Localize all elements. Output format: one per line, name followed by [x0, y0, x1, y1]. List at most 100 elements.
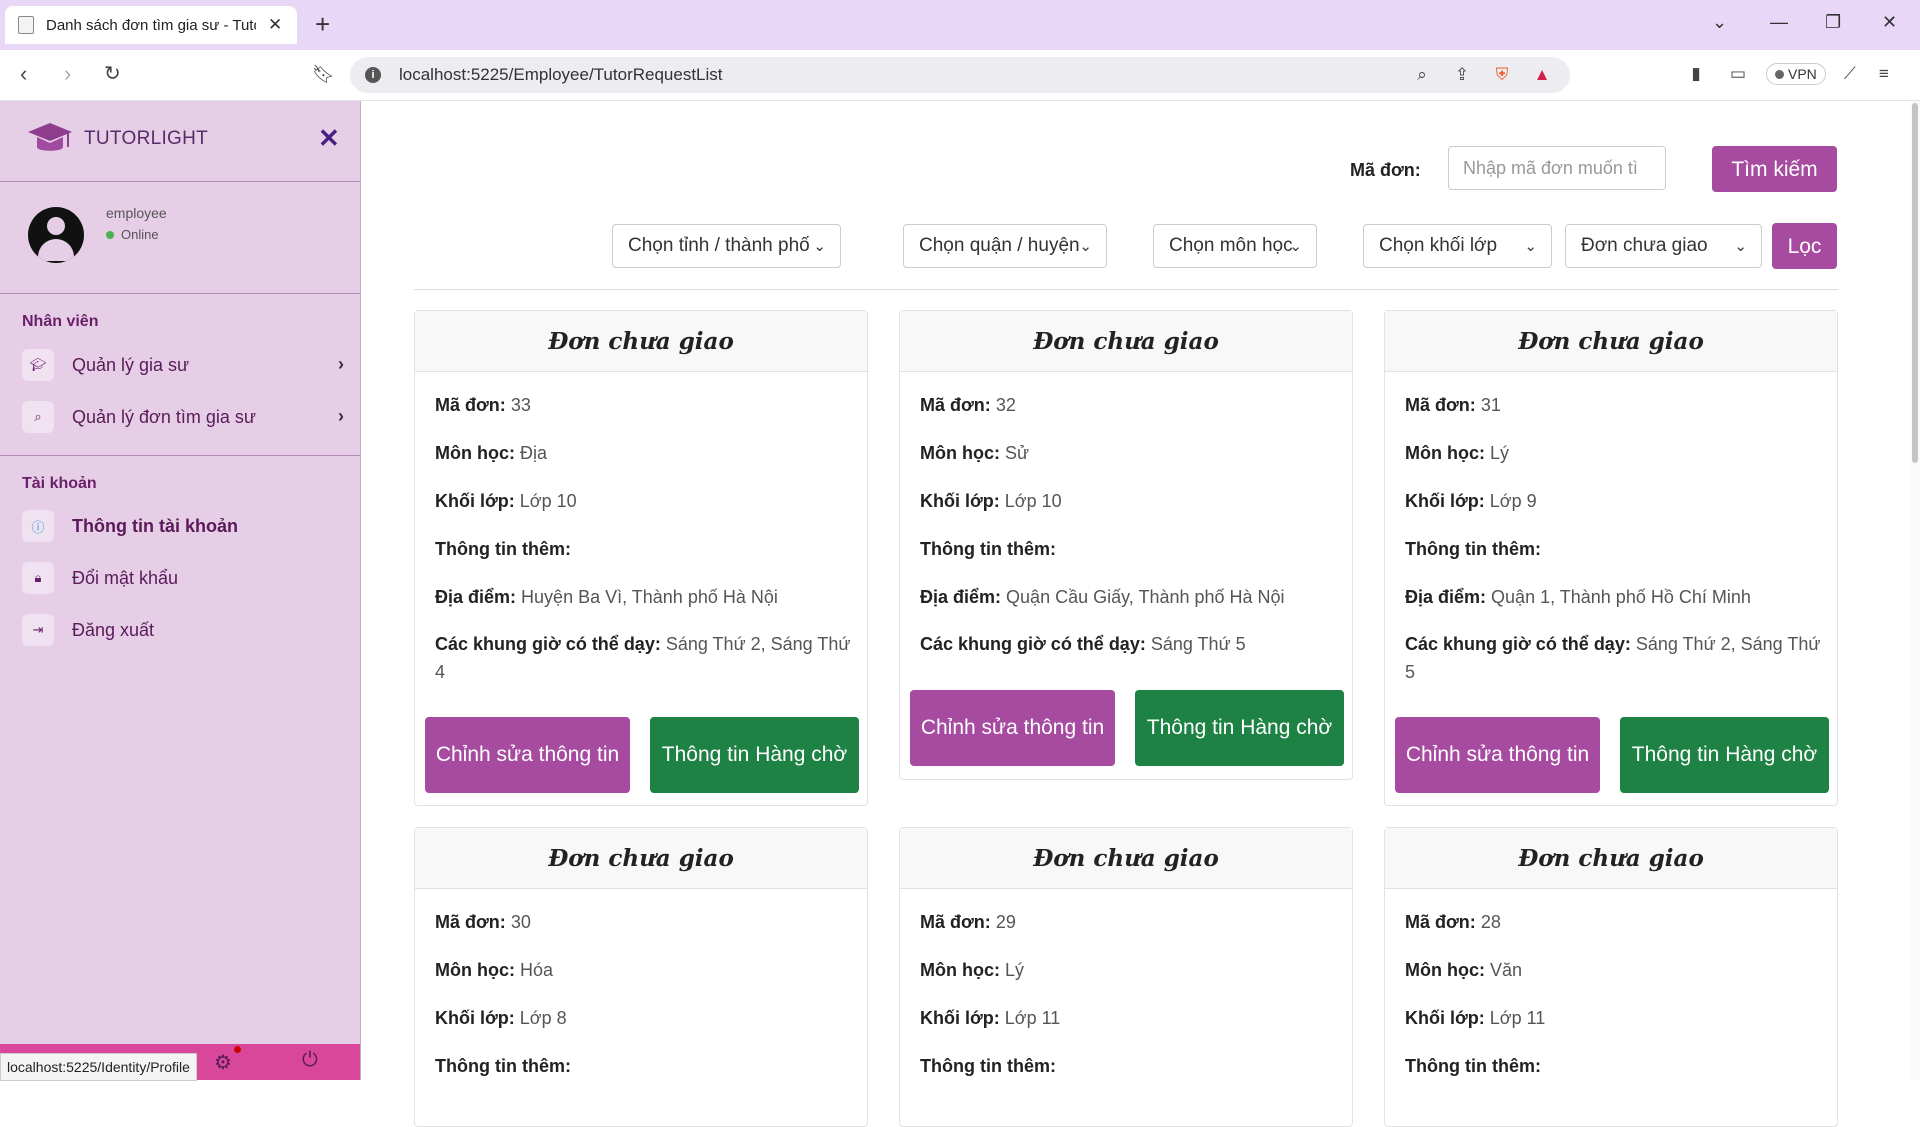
- close-sidebar-icon[interactable]: ✕: [318, 123, 340, 154]
- reload-icon[interactable]: ↻: [104, 62, 121, 86]
- edit-request-button[interactable]: Chỉnh sửa thông tin: [1395, 717, 1600, 793]
- brand[interactable]: TUTORLIGHT: [26, 121, 208, 157]
- search-label: Mã đơn:: [1350, 160, 1421, 180]
- request-grade: Lớp 9: [1489, 491, 1537, 511]
- request-id: 30: [510, 912, 531, 932]
- district-select[interactable]: Chọn quận / huyện ⌄: [903, 224, 1107, 268]
- card-header: Đơn chưa giao: [1385, 311, 1837, 372]
- request-subject: Hóa: [520, 960, 554, 980]
- grade-select[interactable]: Chọn khối lớp ⌄: [1363, 224, 1552, 268]
- new-tab-icon[interactable]: +: [315, 10, 330, 38]
- bookmark-icon[interactable]: 🔖︎: [312, 62, 335, 86]
- request-card: Đơn chưa giao Mã đơn: 29 Môn học: Lý Khố…: [899, 827, 1353, 1127]
- tab-search-chevron-icon[interactable]: ⌄: [1712, 12, 1727, 33]
- request-subject: Lý: [1005, 960, 1025, 980]
- browser-tab[interactable]: Danh sách đơn tìm gia sư - Tuto ✕: [5, 6, 297, 44]
- extra-info-label: Thông tin thêm:: [435, 539, 571, 559]
- sidebar-item-account-info[interactable]: ⓘ Thông tin tài khoản: [22, 508, 344, 544]
- queue-info-button[interactable]: Thông tin Hàng chờ: [1135, 690, 1344, 766]
- browser-tab-bar: Danh sách đơn tìm gia sư - Tuto ✕ + ⌄ — …: [0, 0, 1920, 50]
- request-times: Sáng Thứ 5: [1150, 634, 1246, 654]
- gear-icon[interactable]: ⚙: [214, 1050, 232, 1075]
- notification-dot: [234, 1046, 241, 1053]
- divider: [0, 181, 360, 182]
- chevron-down-icon: ⌄: [813, 238, 826, 255]
- search-button[interactable]: Tìm kiếm: [1712, 146, 1837, 192]
- edit-request-button[interactable]: Chỉnh sửa thông tin: [910, 690, 1115, 766]
- chevron-down-icon: ⌄: [1289, 238, 1302, 255]
- brave-shield-icon[interactable]: ⛨: [1492, 65, 1512, 85]
- request-grade: Lớp 10: [1004, 491, 1062, 511]
- request-card: Đơn chưa giao Mã đơn: 30 Môn học: Hóa Kh…: [414, 827, 868, 1127]
- request-grade: Lớp 10: [519, 491, 577, 511]
- sidebar-toggle-icon[interactable]: ▮: [1686, 64, 1706, 84]
- request-card: Đơn chưa giao Mã đơn: 28 Môn học: Văn Kh…: [1384, 827, 1838, 1127]
- brave-rewards-icon[interactable]: ▲: [1532, 65, 1552, 85]
- sidebar-item-label: Đăng xuất: [72, 619, 155, 640]
- grade-select-value: Chọn khối lớp: [1379, 235, 1498, 256]
- card-header: Đơn chưa giao: [1385, 828, 1837, 889]
- card-header: Đơn chưa giao: [900, 828, 1352, 889]
- address-bar[interactable]: i localhost:5225/Employee/TutorRequestLi…: [350, 57, 1570, 93]
- request-id: 32: [995, 395, 1016, 415]
- power-icon[interactable]: ⏻: [302, 1049, 318, 1072]
- right-toolbar: ▮ ▭ VPN ⟋ ≡: [1686, 63, 1894, 85]
- menu-icon[interactable]: ≡: [1874, 64, 1894, 84]
- wallet-icon[interactable]: ▭: [1728, 64, 1748, 84]
- district-select-value: Chọn quận / huyện: [919, 235, 1080, 256]
- status-select-value: Đơn chưa giao: [1581, 235, 1708, 256]
- search-input[interactable]: [1448, 146, 1666, 190]
- status-select[interactable]: Đơn chưa giao ⌄: [1565, 224, 1762, 268]
- close-tab-icon[interactable]: ✕: [268, 15, 282, 35]
- request-id: 31: [1480, 395, 1501, 415]
- queue-info-button[interactable]: Thông tin Hàng chờ: [1620, 717, 1829, 793]
- minimize-icon[interactable]: —: [1770, 12, 1788, 33]
- user-name: employee: [106, 205, 167, 221]
- edit-request-button[interactable]: Chỉnh sửa thông tin: [425, 717, 630, 793]
- subject-select-value: Chọn môn học: [1169, 235, 1293, 256]
- close-window-icon[interactable]: ✕: [1882, 12, 1897, 33]
- subject-select[interactable]: Chọn môn học ⌄: [1153, 224, 1317, 268]
- request-subject: Văn: [1490, 960, 1523, 980]
- sidebar-item-label: Quản lý gia sư: [72, 354, 190, 375]
- sidebar-item-manage-tutors[interactable]: 🎓︎ Quản lý gia sư ›: [22, 347, 344, 383]
- sidebar-item-label: Thông tin tài khoản: [72, 515, 238, 536]
- request-location: Huyện Ba Vì, Thành phố Hà Nội: [521, 587, 778, 607]
- share-icon[interactable]: ⇪: [1452, 65, 1472, 85]
- online-dot-icon: [106, 230, 114, 239]
- sidebar-item-logout[interactable]: ⇥ Đăng xuất: [22, 612, 344, 648]
- request-grade: Lớp 8: [519, 1008, 567, 1028]
- graduation-cap-logo-icon: [28, 123, 72, 151]
- sidebar: TUTORLIGHT ✕ employee Online Nhân viên 🎓…: [0, 101, 361, 1080]
- sidebar-item-change-password[interactable]: 🔒︎ Đổi mật khẩu: [22, 560, 344, 596]
- sign-out-icon: ⇥: [22, 614, 54, 646]
- divider: [414, 289, 1838, 290]
- maximize-icon[interactable]: ❐: [1825, 12, 1841, 33]
- vpn-label: VPN: [1788, 66, 1817, 82]
- city-select[interactable]: Chọn tỉnh / thành phố ⌄: [612, 224, 841, 268]
- sidebar-item-manage-requests[interactable]: ⌕ Quản lý đơn tìm gia sư ›: [22, 399, 344, 435]
- vpn-button[interactable]: VPN: [1766, 63, 1826, 85]
- filter-button[interactable]: Lọc: [1772, 223, 1837, 269]
- page-scrollbar[interactable]: [1910, 101, 1920, 1080]
- brand-name: TUTORLIGHT: [84, 128, 209, 149]
- tab-title: Danh sách đơn tìm gia sư - Tuto: [46, 16, 256, 34]
- user-panel: employee Online: [28, 205, 167, 263]
- divider: [0, 455, 360, 456]
- leo-ai-icon[interactable]: ⟋: [1840, 64, 1860, 84]
- site-info-icon[interactable]: i: [365, 67, 381, 83]
- search-icon: ⌕: [22, 401, 54, 433]
- divider: [0, 293, 360, 294]
- queue-info-button[interactable]: Thông tin Hàng chờ: [650, 717, 859, 793]
- request-id: 29: [995, 912, 1016, 932]
- sidebar-item-label: Đổi mật khẩu: [72, 567, 179, 588]
- zoom-icon[interactable]: ⌕: [1412, 65, 1432, 85]
- back-icon[interactable]: ‹: [20, 62, 27, 86]
- address-url[interactable]: localhost:5225/Employee/TutorRequestList: [399, 65, 723, 85]
- section-title-account: Tài khoản: [22, 475, 97, 492]
- extra-info-label: Thông tin thêm:: [920, 1056, 1056, 1076]
- scrollbar-thumb[interactable]: [1912, 103, 1918, 463]
- request-grade: Lớp 11: [1489, 1008, 1546, 1028]
- forward-icon[interactable]: ›: [64, 62, 71, 86]
- user-status: Online: [121, 227, 159, 242]
